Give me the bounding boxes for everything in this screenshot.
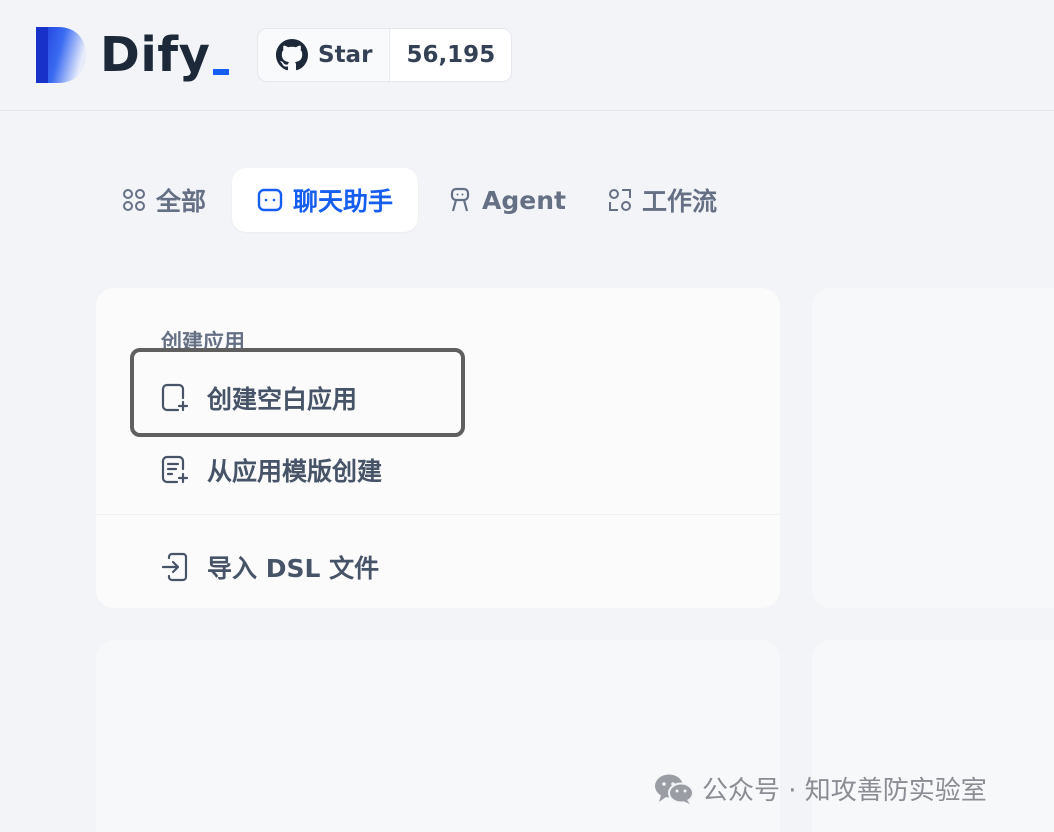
app-type-tabs: 全部 聊天助手 Agent 工作流 bbox=[106, 168, 743, 232]
robot-icon bbox=[448, 187, 472, 213]
wechat-icon bbox=[655, 774, 694, 804]
create-from-template-label: 从应用模版创建 bbox=[207, 457, 383, 486]
dify-logo[interactable]: Dify bbox=[36, 27, 230, 83]
tab-all[interactable]: 全部 bbox=[106, 168, 222, 232]
dify-logo-icon bbox=[36, 27, 86, 83]
highlight-annotation-box bbox=[130, 348, 465, 437]
chat-bubble-icon bbox=[257, 188, 283, 212]
watermark-text: 公众号 · 知攻善防实验室 bbox=[702, 776, 987, 806]
tab-workflow[interactable]: 工作流 bbox=[592, 168, 733, 232]
app-card-placeholder-right[interactable] bbox=[812, 288, 1054, 608]
top-header: Dify Star 56,195 bbox=[0, 0, 1054, 111]
import-dsl-button[interactable]: 导入 DSL 文件 bbox=[161, 547, 379, 587]
menu-divider bbox=[96, 514, 780, 515]
watermark: 公众号 · 知攻善防实验室 bbox=[654, 770, 987, 807]
tab-chat-assistant[interactable]: 聊天助手 bbox=[232, 168, 419, 232]
file-import-icon bbox=[161, 552, 191, 582]
logo-text: Dify bbox=[100, 27, 211, 83]
app-page: Dify Star 56,195 全部 聊天助手 Agent 工作流 创建应用 … bbox=[0, 0, 1054, 832]
tab-agent-label: Agent bbox=[482, 185, 566, 215]
workflow-icon bbox=[608, 188, 632, 212]
file-template-icon bbox=[161, 455, 191, 485]
logo-underscore bbox=[213, 69, 230, 75]
tab-workflow-label: 工作流 bbox=[641, 187, 717, 216]
grid-icon bbox=[122, 188, 146, 212]
create-from-template-button[interactable]: 从应用模版创建 bbox=[161, 450, 382, 490]
create-app-card: 创建应用 创建空白应用 从应用模版创建 导入 DSL 文件 bbox=[96, 288, 780, 608]
import-dsl-label: 导入 DSL 文件 bbox=[207, 554, 380, 583]
tab-chat-assistant-label: 聊天助手 bbox=[293, 187, 394, 216]
github-star-label: Star bbox=[318, 42, 373, 68]
github-star-widget[interactable]: Star 56,195 bbox=[257, 28, 513, 82]
github-star-count[interactable]: 56,195 bbox=[390, 29, 512, 81]
github-star-button[interactable]: Star bbox=[258, 29, 391, 81]
tab-agent[interactable]: Agent bbox=[432, 168, 582, 232]
tab-all-label: 全部 bbox=[156, 187, 207, 216]
github-icon bbox=[276, 39, 308, 71]
